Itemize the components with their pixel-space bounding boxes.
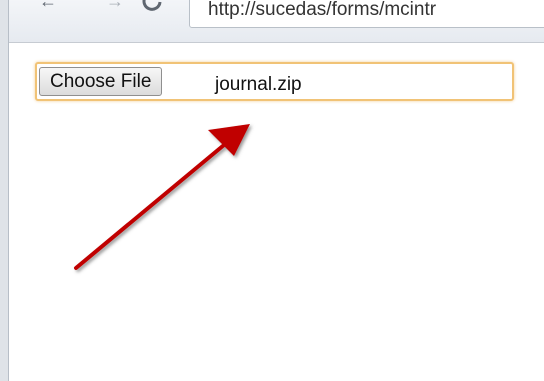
back-arrow-icon[interactable]: ← — [39, 0, 57, 10]
address-text: http://sucedas/forms/mcintr — [208, 0, 437, 20]
reload-icon[interactable] — [141, 0, 163, 12]
address-bar[interactable]: http://sucedas/forms/mcintr — [189, 0, 544, 28]
choose-file-button[interactable]: Choose File — [39, 67, 163, 96]
red-arrow-icon — [74, 124, 250, 270]
forward-arrow-icon[interactable]: → — [106, 0, 124, 10]
window-left-border — [0, 0, 9, 381]
selected-file-name: journal.zip — [215, 74, 302, 95]
browser-toolbar: ← → http://sucedas/forms/mcintr — [9, 0, 544, 43]
file-upload-field[interactable]: Choose File journal.zip — [35, 62, 514, 101]
browser-window: ← → http://sucedas/forms/mcintr Choose F… — [0, 0, 544, 381]
